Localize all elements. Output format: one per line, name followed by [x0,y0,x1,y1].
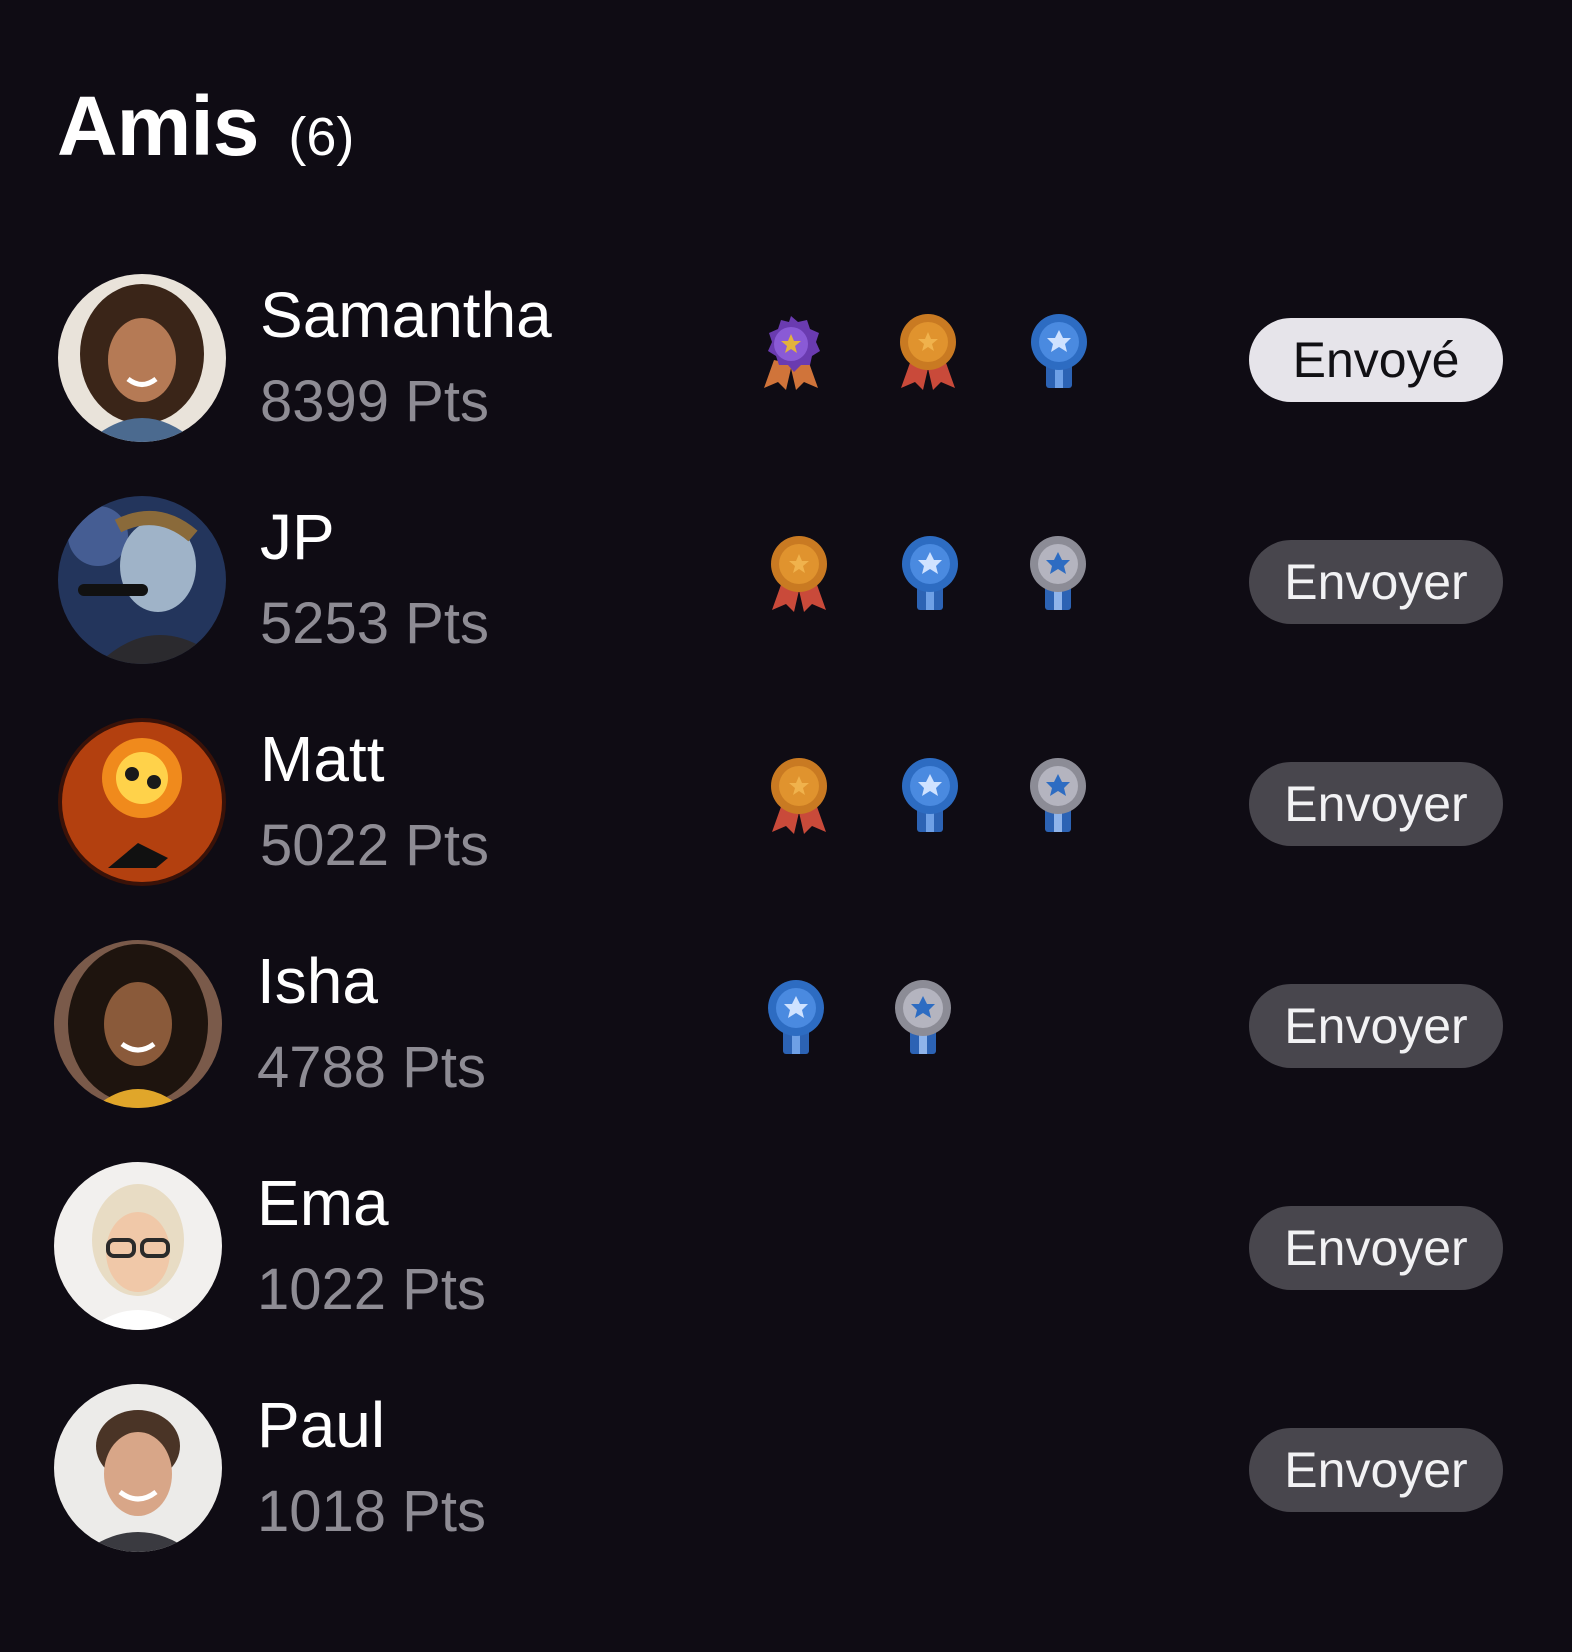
sent-button[interactable]: Envoyé [1249,318,1503,402]
blue-star-medal-icon [1031,314,1087,388]
avatar[interactable] [54,940,222,1108]
friend-row: Samantha 8399 Pts Envoyé [0,274,1572,454]
friend-name: Samantha [260,279,552,351]
avatar[interactable] [54,1162,222,1330]
friend-row: Paul 1018 Pts Envoyer [0,1384,1572,1564]
send-button[interactable]: Envoyer [1249,540,1503,624]
friend-name: Isha [257,945,378,1017]
blue-star-medal-icon [768,980,824,1054]
friend-row: Matt 5022 Pts Envoyer [0,718,1572,898]
friend-points: 5253 Pts [260,591,489,656]
friend-name: Ema [257,1167,389,1239]
friend-row: Ema 1022 Pts Envoyer [0,1162,1572,1342]
friend-row: Isha 4788 Pts Envoyer [0,940,1572,1120]
friend-points: 8399 Pts [260,369,489,434]
friend-points: 1022 Pts [257,1257,486,1322]
friend-points: 1018 Pts [257,1479,486,1544]
friend-name: Matt [260,723,385,795]
blue-star-medal-icon [902,536,958,610]
friends-header: Amis (6) [57,78,354,175]
avatar[interactable] [58,718,226,886]
avatar[interactable] [54,1384,222,1552]
avatar[interactable] [58,496,226,664]
bronze-ribbon-medal-icon [771,536,827,612]
silver-star-medal-icon [1030,758,1086,832]
friend-name: JP [260,501,335,573]
bronze-ribbon-medal-icon [771,758,827,834]
purple-ribbon-medal-icon [764,316,820,390]
friend-points: 4788 Pts [257,1035,486,1100]
send-button[interactable]: Envoyer [1249,1428,1503,1512]
avatar[interactable] [58,274,226,442]
silver-star-medal-icon [895,980,951,1054]
blue-star-medal-icon [902,758,958,832]
friend-name: Paul [257,1389,386,1461]
friend-points: 5022 Pts [260,813,489,878]
send-button[interactable]: Envoyer [1249,984,1503,1068]
send-button[interactable]: Envoyer [1249,1206,1503,1290]
friend-row: JP 5253 Pts Envoyer [0,496,1572,676]
silver-star-medal-icon [1030,536,1086,610]
friends-count: (6) [288,107,355,167]
bronze-ribbon-medal-icon [900,314,956,390]
send-button[interactable]: Envoyer [1249,762,1503,846]
page-title: Amis [57,79,259,173]
